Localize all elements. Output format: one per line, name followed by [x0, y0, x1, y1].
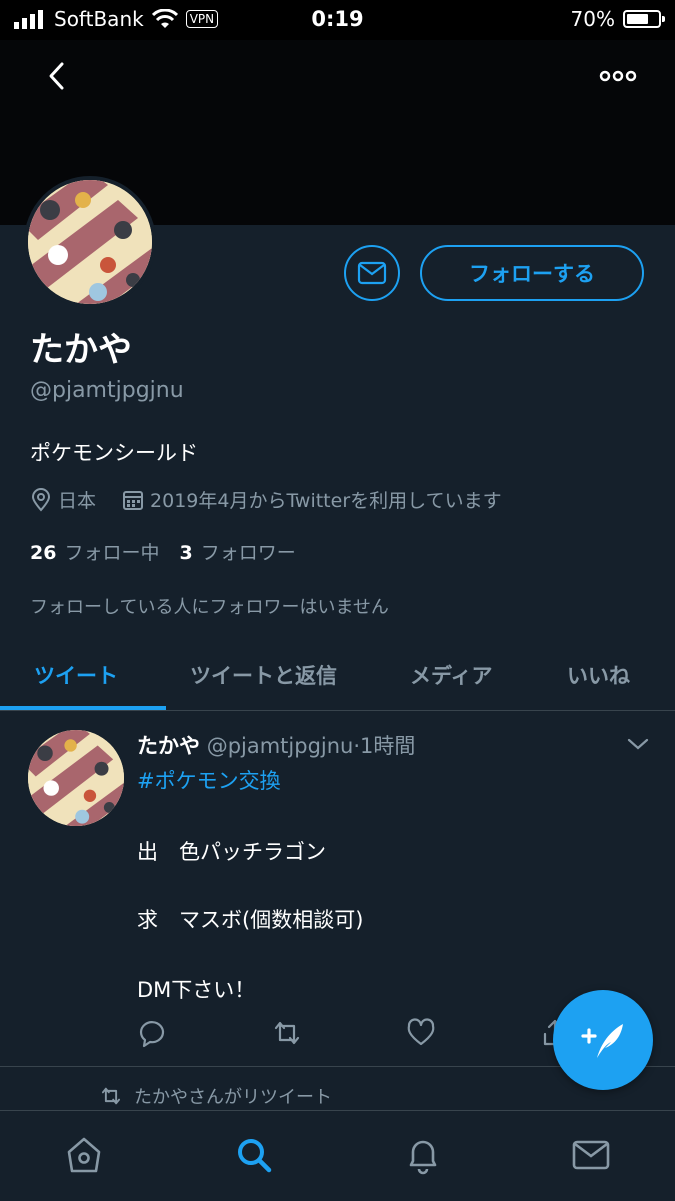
search-icon[interactable]	[232, 1133, 276, 1177]
retweet-notice-text: たかやさんがリツイート	[134, 1087, 332, 1108]
tweet-time: ·1時間	[353, 734, 416, 758]
mail-icon[interactable]	[569, 1133, 613, 1177]
battery-percent: 70%	[570, 7, 615, 31]
tweet-line-2: 求 マスボ(個数相談可)	[137, 908, 364, 932]
tab-likes[interactable]: いいね	[567, 640, 630, 710]
battery-icon	[623, 10, 665, 28]
compose-tweet-button[interactable]	[553, 990, 653, 1090]
profile-handle: @pjamtjpgjnu	[30, 378, 184, 403]
retweet-icon[interactable]	[270, 1016, 304, 1050]
retweet-small-icon	[101, 1087, 121, 1105]
location-pin-icon	[31, 487, 51, 512]
tab-media[interactable]: メディア	[410, 640, 493, 710]
back-chevron-icon[interactable]	[40, 58, 76, 94]
follow-button[interactable]: フォローする	[420, 245, 644, 301]
tweet-hashtag[interactable]: #ポケモン交換	[137, 765, 281, 795]
tweet-avatar[interactable]	[28, 730, 124, 826]
bell-icon[interactable]	[401, 1133, 445, 1177]
followed-by-note: フォローしている人にフォロワーはいません	[30, 597, 389, 618]
tweet-line-1: 出 色パッチラゴン	[137, 840, 326, 864]
location-text: 日本	[58, 490, 97, 512]
envelope-icon	[357, 261, 387, 285]
tab-tweets-replies[interactable]: ツイートと返信	[190, 640, 337, 710]
active-tab-indicator	[0, 706, 166, 710]
tweet-author-handle: @pjamtjpgjnu	[206, 734, 354, 758]
tab-tweets[interactable]: ツイート	[34, 640, 118, 710]
calendar-icon	[123, 490, 144, 510]
following-count: 26	[30, 542, 57, 564]
heart-icon[interactable]	[404, 1016, 438, 1050]
profile-joined: 2019年4月からTwitterを利用しています	[122, 486, 502, 513]
profile-bio: ポケモンシールド	[30, 441, 198, 465]
profile-location: 日本	[30, 486, 96, 513]
follow-counts: 26 フォロー中 3 フォロワー	[30, 538, 296, 565]
retweet-notice: たかやさんがリツイート	[98, 1083, 332, 1109]
tweet-avatar-image	[28, 730, 124, 826]
following-link[interactable]: 26 フォロー中	[30, 538, 159, 565]
chevron-down-icon[interactable]	[626, 735, 650, 753]
tweet-header: たかや @pjamtjpgjnu·1時間	[137, 730, 415, 760]
profile-display-name: たかや	[30, 330, 132, 370]
joined-text: 2019年4月からTwitterを利用しています	[150, 490, 502, 512]
reply-icon[interactable]	[135, 1016, 169, 1050]
message-button[interactable]	[344, 245, 400, 301]
battery-level	[627, 14, 648, 24]
followers-count: 3	[179, 542, 193, 564]
profile-meta: 日本 2019年4月からTwitterを利用しています	[30, 486, 502, 513]
avatar-image	[28, 180, 152, 304]
home-icon[interactable]	[62, 1133, 106, 1177]
followers-link[interactable]: 3 フォロワー	[179, 538, 295, 565]
profile-avatar[interactable]	[24, 176, 156, 308]
compose-feather-icon	[581, 1024, 623, 1058]
followers-label: フォロワー	[200, 542, 296, 564]
more-dots-icon[interactable]	[598, 64, 638, 88]
following-label: フォロー中	[64, 542, 160, 564]
status-bar: SoftBank VPN 0:19 70%	[0, 0, 675, 40]
status-right: 70%	[570, 7, 665, 31]
profile-tabs: ツイート ツイートと返信 メディア いいね	[0, 640, 675, 711]
tweet-author-name[interactable]: たかや	[137, 734, 200, 758]
tweet-line-3: DM下さい！	[137, 978, 256, 1002]
